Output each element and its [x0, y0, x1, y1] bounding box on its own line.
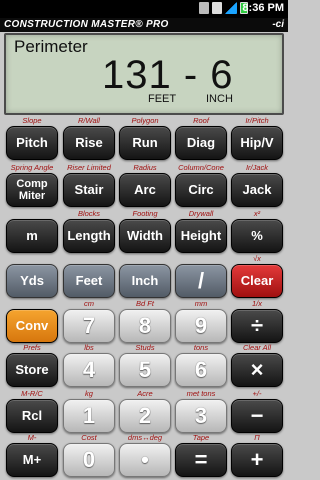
0-button[interactable]: 0 [63, 443, 115, 477]
key-button[interactable]: / [175, 264, 227, 298]
secondary-label-1-x: 1/x [251, 299, 262, 308]
display-value: 131 - 6 [102, 53, 234, 97]
secondary-label-prefs: Prefs [23, 343, 41, 352]
jack-button[interactable]: Jack [231, 173, 283, 207]
secondary-label-tons: tons [193, 343, 209, 352]
secondary-label-bd-ft: Bd Ft [136, 299, 154, 308]
feet-button[interactable]: Feet [63, 264, 115, 298]
app-title: CONSTRUCTION MASTER® PRO [4, 19, 169, 30]
secondary-label-slope: Slope [22, 116, 42, 125]
pitch-button[interactable]: Pitch [6, 126, 58, 160]
5-button[interactable]: 5 [119, 353, 171, 387]
height-button[interactable]: Height [175, 219, 227, 253]
secondary-label-mm: mm [194, 299, 208, 308]
rcl-button[interactable]: Rcl [6, 399, 58, 433]
inch-button[interactable]: Inch [119, 264, 171, 298]
hip-v-button[interactable]: Hip/V [231, 126, 283, 160]
secondary-label-r-wall: R/Wall [78, 116, 100, 125]
secondary-label-acre: Acre [137, 389, 153, 398]
comp-miter-button[interactable]: Comp Miter [6, 173, 58, 207]
key-button[interactable]: − [231, 399, 283, 433]
secondary-label-key: +/- [252, 389, 262, 398]
diag-button[interactable]: Diag [175, 126, 227, 160]
signal-icon [225, 2, 237, 14]
app-title-bar: CONSTRUCTION MASTER® PRO -ci [0, 18, 288, 32]
secondary-label-x: √x [253, 254, 261, 263]
secondary-label-riser-limited: Riser Limited [67, 163, 111, 172]
1-button[interactable]: 1 [63, 399, 115, 433]
arc-button[interactable]: Arc [119, 173, 171, 207]
secondary-label-key: Π [254, 433, 260, 442]
secondary-label-dms-deg: dms↔deg [127, 433, 163, 442]
2-button[interactable]: 2 [119, 399, 171, 433]
4-button[interactable]: 4 [63, 353, 115, 387]
length-button[interactable]: Length [63, 219, 115, 253]
6-button[interactable]: 6 [175, 353, 227, 387]
display-unit-feet: FEET [148, 93, 177, 105]
key-button[interactable]: + [231, 443, 283, 477]
rise-button[interactable]: Rise [63, 126, 115, 160]
secondary-label-m-r-c: M-R/C [21, 389, 43, 398]
run-button[interactable]: Run [119, 126, 171, 160]
secondary-label-cost: Cost [81, 433, 97, 442]
9-button[interactable]: 9 [175, 309, 227, 343]
secondary-label-lbs: lbs [84, 343, 94, 352]
usb-icon [199, 2, 209, 14]
secondary-label-x: x² [253, 209, 261, 218]
sd-card-icon [212, 2, 222, 14]
8-button[interactable]: 8 [119, 309, 171, 343]
stair-button[interactable]: Stair [63, 173, 115, 207]
status-bar: 8:36 PM [0, 0, 288, 18]
3-button[interactable]: 3 [175, 399, 227, 433]
key-button[interactable]: % [231, 219, 283, 253]
m-button[interactable]: m [6, 219, 58, 253]
yds-button[interactable]: Yds [6, 264, 58, 298]
store-button[interactable]: Store [6, 353, 58, 387]
secondary-label-cm: cm [84, 299, 94, 308]
secondary-label-met-tons: met tons [186, 389, 216, 398]
secondary-label-m: M- [27, 433, 37, 442]
key-button[interactable]: = [175, 443, 227, 477]
secondary-label-ir-jack: Ir/Jack [245, 163, 269, 172]
display-mode-label: Perimeter [14, 37, 88, 56]
secondary-label-radius: Radius [133, 163, 157, 172]
secondary-label-clear-all: Clear All [242, 343, 272, 352]
secondary-label-blocks: Blocks [77, 209, 101, 218]
secondary-label-tape: Tape [192, 433, 210, 442]
key-button[interactable]: • [119, 443, 171, 477]
secondary-label-drywall: Drywall [188, 209, 214, 218]
secondary-label-spring-angle: Spring Angle [10, 163, 54, 172]
conv-button[interactable]: Conv [6, 309, 58, 343]
clear-button[interactable]: Clear [231, 264, 283, 298]
secondary-label-kg: kg [85, 389, 93, 398]
secondary-label-polygon: Polygon [131, 116, 159, 125]
m-button[interactable]: M+ [6, 443, 58, 477]
secondary-label-footing: Footing [132, 209, 158, 218]
status-icons [199, 2, 248, 14]
circ-button[interactable]: Circ [175, 173, 227, 207]
status-time: 8:36 PM [242, 2, 284, 14]
lcd-display: Perimeter 131 - 6 FEET INCH [4, 33, 284, 115]
key-button[interactable]: × [231, 353, 283, 387]
display-unit-inch: INCH [206, 93, 233, 105]
secondary-label-column-cone: Column/Cone [178, 163, 224, 172]
width-button[interactable]: Width [119, 219, 171, 253]
brand-logo: -ci [272, 19, 284, 30]
key-button[interactable]: ÷ [231, 309, 283, 343]
secondary-label-studs: Studs [135, 343, 155, 352]
secondary-label-roof: Roof [193, 116, 209, 125]
7-button[interactable]: 7 [63, 309, 115, 343]
secondary-label-ir-pitch: Ir/Pitch [245, 116, 269, 125]
